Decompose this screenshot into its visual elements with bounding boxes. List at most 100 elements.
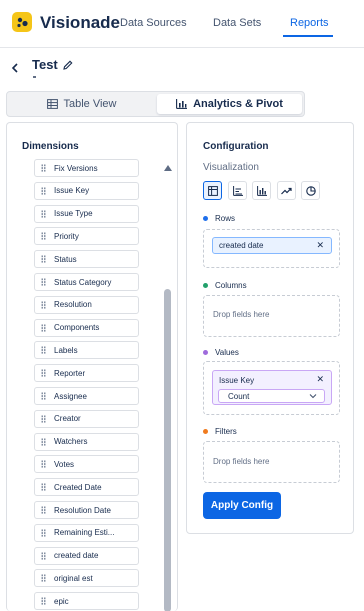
dimension-field[interactable]: Components: [34, 318, 139, 337]
rows-chip[interactable]: created date ✕: [212, 237, 332, 254]
tab-analytics-pivot[interactable]: Analytics & Pivot: [157, 94, 302, 114]
filters-dropzone[interactable]: Drop fields here: [203, 441, 340, 483]
drag-handle-icon[interactable]: [41, 278, 46, 286]
dimension-field[interactable]: Votes: [34, 455, 139, 474]
values-dropzone[interactable]: Issue Key ✕ Count: [203, 361, 340, 415]
dimension-field-label: Reporter: [54, 368, 86, 378]
dimension-field-label: Remaining Esti...: [54, 528, 115, 538]
report-title: Test: [32, 57, 58, 72]
dimension-field-label: epic: [54, 596, 69, 606]
columns-dot-icon: [203, 283, 208, 288]
column-chart-icon: [256, 185, 267, 196]
dimension-field[interactable]: Created Date: [34, 478, 139, 497]
drag-handle-icon[interactable]: [41, 232, 46, 241]
nav-data-sources[interactable]: Data Sources: [120, 17, 187, 29]
dimension-field[interactable]: Resolution Date: [34, 501, 139, 519]
table-icon: [46, 99, 58, 109]
dimension-field[interactable]: Issue Key: [34, 181, 139, 200]
drag-handle-icon[interactable]: [41, 323, 46, 332]
dimension-field[interactable]: Status Category: [34, 273, 139, 291]
dimension-field-label: Watchers: [54, 437, 88, 447]
tab-table-view-label: Table View: [63, 98, 117, 110]
apply-config-button[interactable]: Apply Config: [203, 492, 281, 519]
nav-reports[interactable]: Reports: [290, 17, 329, 29]
dimension-field-label: Status Category: [54, 277, 112, 287]
edit-icon[interactable]: [62, 58, 74, 70]
top-nav: Visionade Data Sources Data Sets Reports: [0, 0, 364, 48]
drag-handle-icon[interactable]: [41, 460, 46, 469]
bar-chart-icon: [176, 99, 188, 109]
dimension-field-label: Fix Versions: [54, 163, 98, 173]
dimension-field[interactable]: created date: [34, 546, 139, 565]
dimension-field[interactable]: Issue Type: [34, 204, 139, 223]
nav-data-sets[interactable]: Data Sets: [213, 17, 261, 29]
drag-handle-icon[interactable]: [41, 528, 46, 537]
viz-line-button[interactable]: [277, 181, 296, 200]
line-chart-icon: [281, 187, 292, 194]
drag-handle-icon[interactable]: [41, 209, 46, 218]
viz-table-button[interactable]: [203, 181, 222, 200]
dimension-field[interactable]: Labels: [34, 341, 139, 360]
drag-handle-icon[interactable]: [41, 164, 46, 172]
rows-chip-label: created date: [219, 241, 264, 250]
values-chip[interactable]: Issue Key ✕ Count: [212, 370, 332, 405]
dimensions-panel: Dimensions Fix Versions Issue Key Issue Ty…: [6, 122, 178, 611]
drag-handle-icon[interactable]: [41, 437, 46, 446]
scrollbar-thumb[interactable]: [164, 289, 171, 611]
tab-table-view[interactable]: Table View: [9, 94, 154, 114]
columns-label: Columns: [203, 281, 247, 290]
filters-dot-icon: [203, 429, 208, 434]
dimension-field[interactable]: Resolution: [34, 295, 139, 314]
columns-dropzone[interactable]: Drop fields here: [203, 295, 340, 337]
dimension-field[interactable]: epic: [34, 592, 139, 611]
dimension-field[interactable]: Watchers: [34, 432, 139, 451]
drag-handle-icon[interactable]: [41, 414, 46, 423]
dimension-field-label: Resolution: [54, 300, 92, 310]
drag-handle-icon[interactable]: [41, 300, 46, 309]
table-icon: [207, 185, 218, 196]
dimension-field[interactable]: Status: [34, 250, 139, 269]
app-logo-icon[interactable]: [12, 12, 32, 32]
drag-handle-icon[interactable]: [41, 255, 46, 264]
rows-dropzone[interactable]: created date ✕: [203, 229, 340, 268]
dimension-field[interactable]: Creator: [34, 409, 139, 428]
remove-icon[interactable]: ✕: [316, 374, 324, 385]
nav-active-indicator: [283, 35, 333, 37]
dimension-field[interactable]: Assignee: [34, 387, 139, 405]
values-label-text: Values: [215, 348, 239, 357]
remove-icon[interactable]: ✕: [316, 240, 324, 251]
viz-pie-button[interactable]: [301, 181, 320, 200]
dimension-field[interactable]: Fix Versions: [34, 159, 139, 177]
drag-handle-icon[interactable]: [41, 186, 46, 195]
drag-handle-icon[interactable]: [41, 346, 46, 355]
aggregation-select[interactable]: Count: [218, 389, 325, 403]
drag-handle-icon[interactable]: [41, 483, 46, 492]
drag-handle-icon[interactable]: [41, 506, 46, 514]
drag-handle-icon[interactable]: [41, 551, 46, 560]
dimension-field[interactable]: Priority: [34, 227, 139, 246]
drag-handle-icon[interactable]: [41, 597, 46, 606]
dimension-field[interactable]: Remaining Esti...: [34, 523, 139, 542]
viz-bar-button[interactable]: [228, 181, 247, 200]
dimension-field-label: Issue Type: [54, 209, 93, 219]
dimension-field-label: Creator: [54, 414, 81, 424]
filters-label-text: Filters: [215, 427, 237, 436]
scroll-up-icon[interactable]: [164, 165, 172, 171]
dimension-field-label: created date: [54, 551, 99, 561]
visualization-label: Visualization: [203, 162, 259, 173]
drag-handle-icon[interactable]: [41, 369, 46, 378]
dimension-field[interactable]: original est: [34, 569, 139, 588]
drag-handle-icon[interactable]: [41, 392, 46, 400]
viz-column-button[interactable]: [252, 181, 271, 200]
dimension-field[interactable]: Reporter: [34, 364, 139, 383]
dimensions-title: Dimensions: [22, 141, 79, 152]
filters-label: Filters: [203, 427, 237, 436]
back-icon[interactable]: [11, 61, 19, 76]
dimension-field-label: Created Date: [54, 482, 102, 492]
values-label: Values: [203, 348, 239, 357]
app-name[interactable]: Visionade: [40, 13, 120, 33]
dimension-field-label: Votes: [54, 459, 75, 469]
drag-handle-icon[interactable]: [41, 574, 46, 583]
dimension-field-label: Labels: [54, 345, 78, 355]
dimension-field-label: Status: [54, 254, 77, 264]
